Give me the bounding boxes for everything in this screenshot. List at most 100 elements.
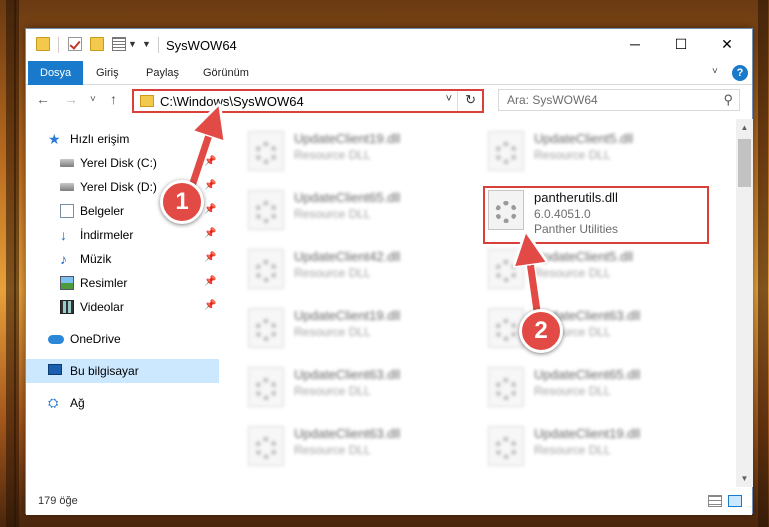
sidebar-item-label: Yerel Disk (D:) <box>80 180 157 194</box>
file-item[interactable]: UpdateClient5.dll Resource DLL <box>466 119 686 175</box>
file-name: UpdateClient65.dll <box>294 190 401 205</box>
item-count: 179 öğe <box>38 495 78 507</box>
toolbar-separator <box>58 37 59 53</box>
up-button[interactable]: ↑ <box>110 91 117 107</box>
file-name: UpdateClient65.dll <box>534 367 641 382</box>
folder-icon <box>140 95 154 107</box>
file-description: Resource DLL <box>294 266 371 280</box>
pin-icon[interactable]: 📌 <box>204 204 216 215</box>
file-item[interactable]: UpdateClient19.dll Resource DLL <box>466 414 686 470</box>
dll-file-icon <box>248 249 284 289</box>
drive-icon <box>60 183 74 191</box>
file-list: UpdateClient19.dll Resource DLL UpdateCl… <box>226 119 736 487</box>
file-item[interactable]: UpdateClient5.dll Resource DLL <box>466 237 686 293</box>
file-name: UpdateClient63.dll <box>294 426 401 441</box>
scrollbar-thumb[interactable] <box>738 139 751 187</box>
chevron-down-icon[interactable]: ▼ <box>128 39 137 49</box>
properties-check-icon[interactable] <box>68 37 82 51</box>
window-title: SysWOW64 <box>166 38 237 53</box>
pin-icon[interactable]: 📌 <box>204 228 216 239</box>
file-item[interactable]: UpdateClient42.dll Resource DLL <box>226 237 446 293</box>
close-button[interactable]: ✕ <box>704 29 750 59</box>
file-description: Resource DLL <box>294 443 371 457</box>
back-button[interactable]: ← <box>36 91 50 107</box>
file-item[interactable]: UpdateClient65.dll Resource DLL <box>466 355 686 411</box>
navigation-bar: ← → ˅ ↑ C:\Windows\SysWOW64 ˅ ↻ Ara: Sys… <box>26 85 752 117</box>
forward-button[interactable]: → <box>64 91 78 107</box>
explorer-window: ▼ ▼ SysWOW64 ─ ☐ ✕ Dosya Giriş Paylaş Gö… <box>25 28 753 515</box>
file-name: UpdateClient19.dll <box>294 131 401 146</box>
tab-view[interactable]: Görünüm <box>191 61 261 85</box>
minimize-button[interactable]: ─ <box>612 29 658 59</box>
folder-icon <box>36 37 50 51</box>
sidebar-item-label: Ağ <box>70 396 85 410</box>
address-bar[interactable]: C:\Windows\SysWOW64 ˅ ↻ <box>132 89 484 113</box>
sidebar-item-label: Videolar <box>80 300 124 314</box>
address-separator <box>457 91 458 111</box>
star-icon: ★ <box>48 131 61 147</box>
ribbon-expand-icon[interactable]: ˅ <box>712 66 718 77</box>
file-item[interactable]: UpdateClient19.dll Resource DLL <box>226 296 446 352</box>
pin-icon[interactable]: 📌 <box>204 300 216 311</box>
this-pc-icon <box>48 364 62 375</box>
sidebar-item-label: Yerel Disk (C:) <box>80 156 157 170</box>
network-icon: ⛭ <box>48 395 59 410</box>
details-view-icon[interactable] <box>708 495 722 507</box>
sidebar-item-downloads[interactable]: ↓ İndirmeler 📌 <box>26 223 219 247</box>
scroll-up-icon[interactable]: ▲ <box>736 119 753 136</box>
tab-home[interactable]: Giriş <box>84 61 131 85</box>
tab-share[interactable]: Paylaş <box>134 61 191 85</box>
file-name: UpdateClient63.dll <box>294 367 401 382</box>
pin-icon[interactable]: 📌 <box>204 156 216 167</box>
refresh-icon[interactable]: ↻ <box>465 92 476 108</box>
search-box[interactable]: Ara: SysWOW64 ⚲ <box>498 89 740 111</box>
sidebar-item-this-pc[interactable]: Bu bilgisayar <box>26 359 219 383</box>
search-input[interactable]: Ara: SysWOW64 <box>507 93 598 107</box>
file-item[interactable]: UpdateClient63.dll Resource DLL <box>466 296 686 352</box>
customize-toolbar-icon[interactable]: ▼ <box>142 39 151 49</box>
file-name: UpdateClient5.dll <box>534 131 634 146</box>
large-icons-view-icon[interactable] <box>728 495 742 507</box>
vertical-scrollbar[interactable]: ▲ ▼ <box>736 119 753 487</box>
file-item[interactable]: UpdateClient63.dll Resource DLL <box>226 355 446 411</box>
help-icon[interactable]: ? <box>732 65 748 81</box>
search-icon[interactable]: ⚲ <box>723 92 733 108</box>
pin-icon[interactable]: 📌 <box>204 276 216 287</box>
address-path[interactable]: C:\Windows\SysWOW64 <box>160 94 304 109</box>
download-icon: ↓ <box>60 227 67 243</box>
maximize-button[interactable]: ☐ <box>658 29 704 59</box>
address-dropdown-icon[interactable]: ˅ <box>446 93 452 105</box>
pin-icon[interactable]: 📌 <box>204 180 216 191</box>
view-options-icon[interactable] <box>112 37 126 51</box>
sidebar-item-music[interactable]: ♪ Müzik 📌 <box>26 247 219 271</box>
tab-file[interactable]: Dosya <box>28 61 84 85</box>
dll-file-icon <box>488 131 524 171</box>
sidebar-item-quick-access[interactable]: ★ Hızlı erişim <box>26 127 219 151</box>
sidebar-item-onedrive[interactable]: OneDrive <box>26 327 219 351</box>
dll-file-icon <box>248 426 284 466</box>
pin-icon[interactable]: 📌 <box>204 252 216 263</box>
toolbar-separator <box>158 37 159 53</box>
file-item[interactable]: UpdateClient63.dll Resource DLL <box>226 414 446 470</box>
navigation-pane: ★ Hızlı erişim Yerel Disk (C:) 📌 Yerel D… <box>26 125 219 485</box>
file-description: Resource DLL <box>294 384 371 398</box>
background-tree <box>758 0 768 527</box>
scroll-down-icon[interactable]: ▼ <box>736 470 753 487</box>
file-description: Resource DLL <box>534 266 611 280</box>
recent-locations-button[interactable]: ˅ <box>90 94 96 105</box>
file-item[interactable]: UpdateClient19.dll Resource DLL <box>226 119 446 175</box>
sidebar-item-label: OneDrive <box>70 332 121 346</box>
sidebar-item-label: Bu bilgisayar <box>70 364 139 378</box>
sidebar-item-label: Resimler <box>80 276 128 290</box>
sidebar-item-pictures[interactable]: Resimler 📌 <box>26 271 219 295</box>
file-item[interactable]: UpdateClient65.dll Resource DLL <box>226 178 446 234</box>
dll-file-icon <box>488 426 524 466</box>
dll-file-icon <box>488 367 524 407</box>
sidebar-item-local-disk-c[interactable]: Yerel Disk (C:) 📌 <box>26 151 219 175</box>
sidebar-item-label: Müzik <box>80 252 112 266</box>
music-icon: ♪ <box>60 251 67 267</box>
sidebar-item-videos[interactable]: Videolar 📌 <box>26 295 219 319</box>
step-marker-2: 2 <box>519 309 563 353</box>
sidebar-item-network[interactable]: ⛭ Ağ <box>26 391 219 415</box>
new-folder-icon[interactable] <box>90 37 104 51</box>
